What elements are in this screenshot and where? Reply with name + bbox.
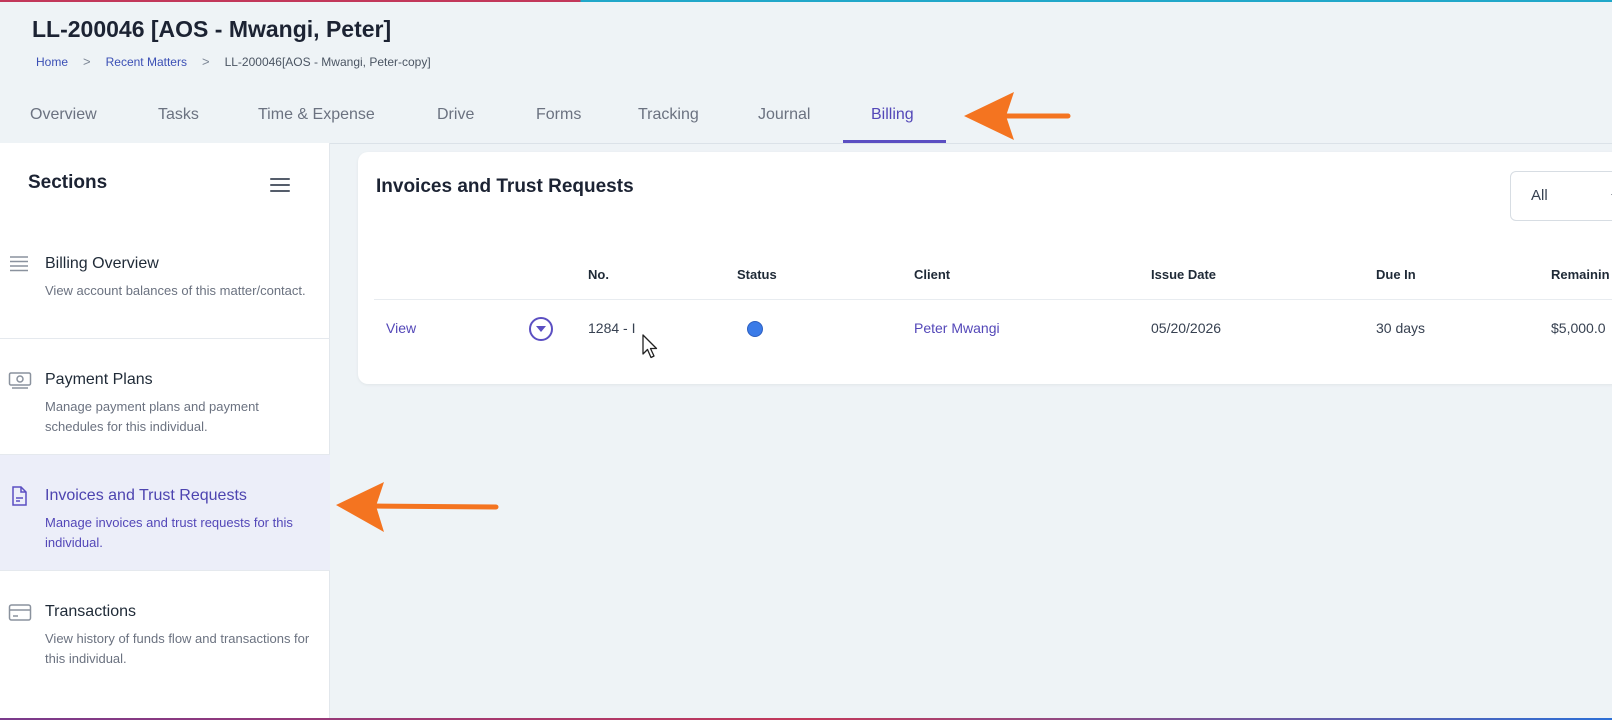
column-header-issue-date[interactable]: Issue Date <box>1151 267 1216 282</box>
column-header-remaining[interactable]: Remainin <box>1551 267 1610 282</box>
breadcrumb-current: LL-200046[AOS - Mwangi, Peter-copy] <box>224 54 431 69</box>
section-billing-overview[interactable]: Billing Overview View account balances o… <box>0 223 330 339</box>
section-label: Invoices and Trust Requests <box>45 487 247 504</box>
page-title: LL-200046 [AOS - Mwangi, Peter] <box>32 16 392 42</box>
cash-icon <box>8 372 32 389</box>
tab-tracking[interactable]: Tracking <box>638 106 699 124</box>
section-label: Payment Plans <box>45 371 153 388</box>
status-indicator <box>747 321 763 337</box>
tab-tasks[interactable]: Tasks <box>158 106 199 124</box>
section-description: View history of funds flow and transacti… <box>45 631 310 666</box>
due-in: 30 days <box>1376 320 1426 336</box>
tab-forms[interactable]: Forms <box>536 106 581 124</box>
section-transactions[interactable]: Transactions View history of funds flow … <box>0 571 330 687</box>
annotation-arrow-invoices <box>336 482 499 532</box>
invoices-card: Invoices and Trust Requests All No. Stat… <box>358 152 1612 384</box>
breadcrumb-separator: > <box>201 54 210 69</box>
breadcrumb-home[interactable]: Home <box>36 55 68 69</box>
view-link[interactable]: View <box>386 320 416 336</box>
column-header-due-in[interactable]: Due In <box>1376 267 1416 282</box>
list-icon <box>10 256 28 272</box>
table-row: View 1284 - I Peter Mwangi 05/20/2026 30… <box>374 300 1612 360</box>
breadcrumb-separator: > <box>83 54 91 69</box>
issue-date: 05/20/2026 <box>1151 320 1222 336</box>
status-filter-select[interactable]: All <box>1510 171 1612 221</box>
mouse-cursor-icon <box>642 334 658 359</box>
section-description: View account balances of this matter/con… <box>45 283 306 298</box>
top-accent-bar <box>0 0 1612 2</box>
column-header-no[interactable]: No. <box>588 267 609 282</box>
column-header-status[interactable]: Status <box>737 267 777 282</box>
expand-row-icon[interactable] <box>529 317 553 341</box>
filter-value: All <box>1531 187 1548 204</box>
sidebar-title: Sections <box>28 172 108 193</box>
hamburger-menu-icon[interactable] <box>270 177 290 193</box>
tab-drive[interactable]: Drive <box>437 106 474 124</box>
tab-overview[interactable]: Overview <box>30 106 97 124</box>
section-description: Manage invoices and trust requests for t… <box>45 515 293 550</box>
section-label: Billing Overview <box>45 255 159 272</box>
section-payment-plans[interactable]: Payment Plans Manage payment plans and p… <box>0 339 330 455</box>
active-tab-underline <box>843 140 946 143</box>
tab-bar: Overview Tasks Time & Expense Drive Form… <box>0 92 1612 144</box>
annotation-arrow-billing <box>964 92 1071 140</box>
column-header-client[interactable]: Client <box>914 267 950 282</box>
breadcrumb: Home > Recent Matters > LL-200046[AOS - … <box>36 54 431 69</box>
table-header: No. Status Client Issue Date Due In Rema… <box>374 252 1612 300</box>
section-label: Transactions <box>45 603 136 620</box>
tab-time-expense[interactable]: Time & Expense <box>258 106 375 124</box>
document-icon <box>12 486 27 506</box>
breadcrumb-recent-matters[interactable]: Recent Matters <box>106 55 187 69</box>
section-description: Manage payment plans and payment schedul… <box>45 399 259 434</box>
invoice-number: 1284 - I <box>588 320 636 336</box>
remaining-amount: $5,000.0 <box>1551 320 1606 336</box>
card-title: Invoices and Trust Requests <box>376 176 634 197</box>
card-icon <box>8 604 32 621</box>
section-invoices-trust-requests[interactable]: Invoices and Trust Requests Manage invoi… <box>0 455 330 571</box>
tab-billing[interactable]: Billing <box>871 106 914 124</box>
tab-journal[interactable]: Journal <box>758 106 810 124</box>
client-link[interactable]: Peter Mwangi <box>914 320 1000 336</box>
sections-sidebar: Sections Billing Overview View account b… <box>0 143 330 718</box>
